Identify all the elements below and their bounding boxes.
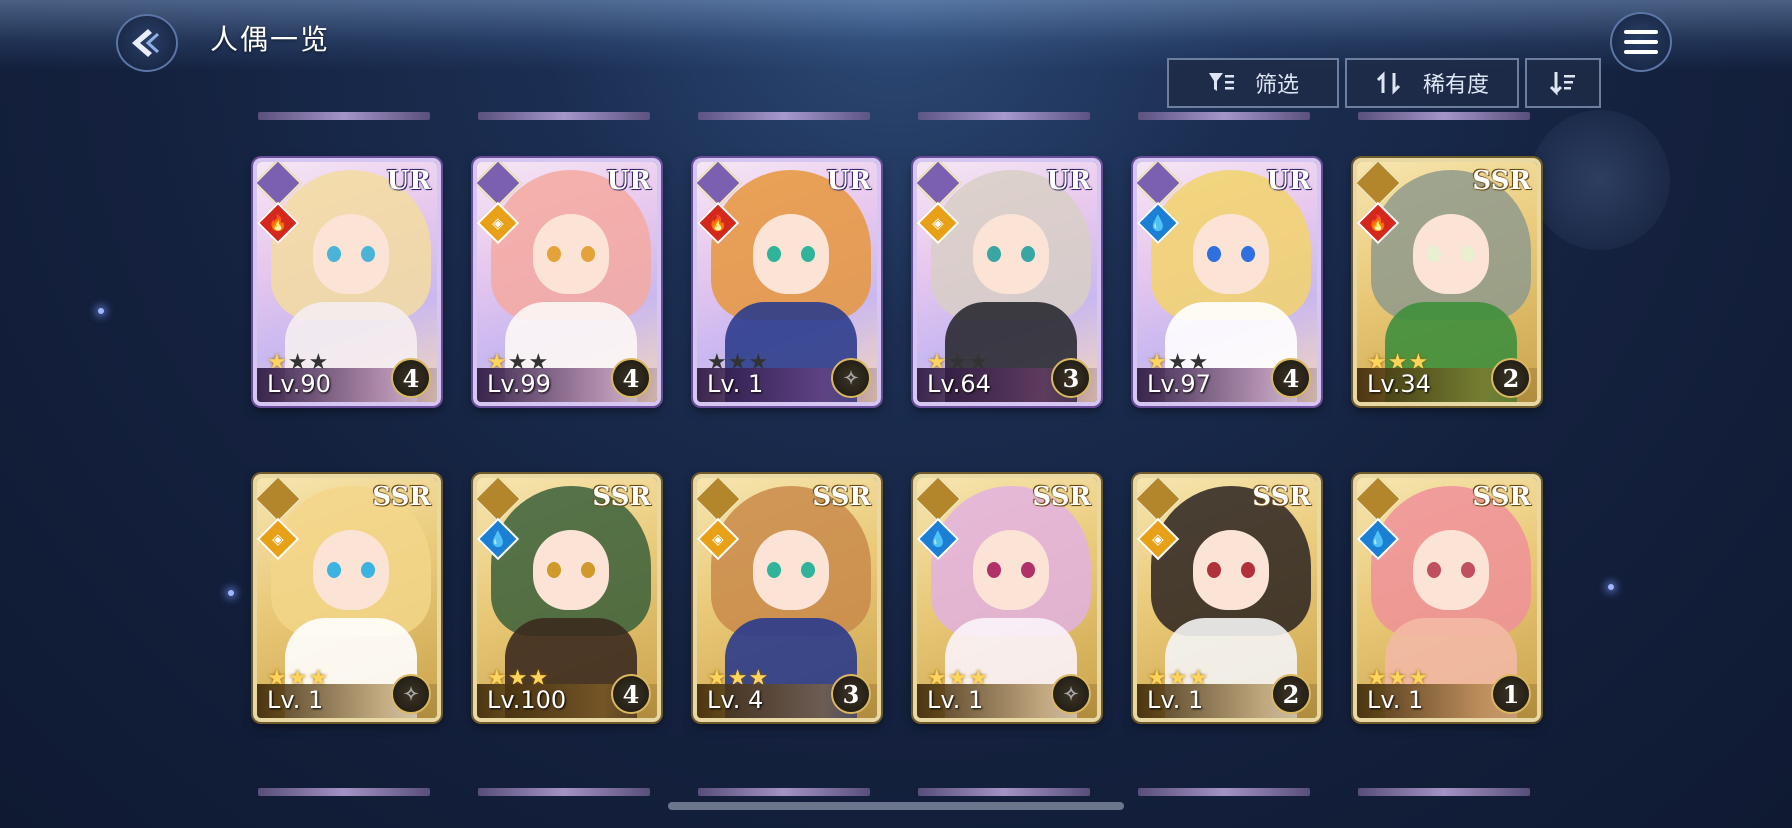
card-row-edge bbox=[1358, 112, 1530, 120]
level-label: Lv. 1 bbox=[1367, 686, 1424, 714]
awakening-badge: 4 bbox=[611, 674, 651, 714]
card-row-edge bbox=[1138, 788, 1310, 796]
rarity-label: SSR bbox=[1032, 482, 1091, 512]
card-row-edge bbox=[698, 788, 870, 796]
rarity-label: SSR bbox=[1252, 482, 1311, 512]
doll-card[interactable]: 💧 SSR ★★★ Lv.100 4 bbox=[473, 474, 661, 722]
awakening-badge: 3 bbox=[1051, 358, 1091, 398]
card-row-edge bbox=[478, 112, 650, 120]
back-button[interactable] bbox=[116, 14, 178, 72]
filter-label: 筛选 bbox=[1254, 73, 1299, 98]
level-label: Lv. 1 bbox=[1147, 686, 1204, 714]
awakening-badge: 4 bbox=[611, 358, 651, 398]
card-row-edge bbox=[478, 788, 650, 796]
sparkle-particle bbox=[1608, 584, 1614, 590]
menu-button[interactable] bbox=[1610, 12, 1672, 72]
filter-button[interactable]: 筛选 bbox=[1167, 58, 1339, 108]
rarity-label: UR bbox=[1266, 166, 1311, 196]
doll-card[interactable]: ◈ SSR ★★★ Lv. 12 bbox=[1133, 474, 1321, 722]
card-row-edge bbox=[698, 112, 870, 120]
rarity-label: SSR bbox=[592, 482, 651, 512]
rarity-label: SSR bbox=[1472, 482, 1531, 512]
scroll-indicator[interactable] bbox=[668, 802, 1124, 810]
awakening-badge: 3 bbox=[831, 674, 871, 714]
level-label: Lv.90 bbox=[267, 370, 331, 398]
rarity-label: SSR bbox=[812, 482, 871, 512]
level-label: Lv. 1 bbox=[267, 686, 324, 714]
doll-card[interactable]: 💧 SSR ★★★ Lv. 11 bbox=[1353, 474, 1541, 722]
doll-card[interactable]: 🔥 UR ★★★ Lv. 1 ✧ bbox=[693, 158, 881, 406]
level-label: Lv.99 bbox=[487, 370, 551, 398]
doll-card[interactable]: 🔥 SSR ★★★ Lv.34 2 bbox=[1353, 158, 1541, 406]
rarity-label: UR bbox=[826, 166, 871, 196]
level-label: Lv.64 bbox=[927, 370, 991, 398]
card-row-edge bbox=[258, 112, 430, 120]
filter-icon bbox=[1208, 73, 1234, 91]
sparkle-particle bbox=[228, 590, 234, 596]
rarity-label: SSR bbox=[1472, 166, 1531, 196]
doll-card[interactable]: 🔥 UR ★★★ Lv.90 4 bbox=[253, 158, 441, 406]
card-row-edge bbox=[1358, 788, 1530, 796]
page-title: 人偶一览 bbox=[210, 23, 331, 56]
card-row-edge bbox=[918, 112, 1090, 120]
sort-descending-icon bbox=[1549, 72, 1575, 96]
doll-card[interactable]: 💧 SSR ★★★ Lv. 1 ✧ bbox=[913, 474, 1101, 722]
back-arrow-icon bbox=[132, 29, 160, 57]
card-row-edge bbox=[258, 788, 430, 796]
awakening-badge: 1 bbox=[1491, 674, 1531, 714]
rarity-label: SSR bbox=[372, 482, 431, 512]
sparkle-particle bbox=[98, 308, 104, 314]
sort-rarity-button[interactable]: 稀有度 bbox=[1345, 58, 1519, 108]
doll-card[interactable]: ◈ SSR ★★★ Lv. 43 bbox=[693, 474, 881, 722]
level-label: Lv.100 bbox=[487, 686, 567, 714]
sort-rarity-label: 稀有度 bbox=[1422, 73, 1489, 98]
doll-card[interactable]: ◈ SSR ★★★ Lv. 1 ✧ bbox=[253, 474, 441, 722]
sort-order-button[interactable] bbox=[1525, 58, 1601, 108]
rarity-label: UR bbox=[386, 166, 431, 196]
level-label: Lv.97 bbox=[1147, 370, 1211, 398]
doll-card[interactable]: ◈ UR ★★★ Lv.99 4 bbox=[473, 158, 661, 406]
card-row-edge bbox=[1138, 112, 1310, 120]
awakening-badge: 4 bbox=[391, 358, 431, 398]
rarity-label: UR bbox=[606, 166, 651, 196]
level-label: Lv.34 bbox=[1367, 370, 1431, 398]
awakening-badge: ✧ bbox=[391, 674, 431, 714]
rarity-label: UR bbox=[1046, 166, 1091, 196]
level-label: Lv. 1 bbox=[707, 370, 764, 398]
doll-card[interactable]: 💧 UR ★★★ Lv.97 4 bbox=[1133, 158, 1321, 406]
awakening-badge: 4 bbox=[1271, 358, 1311, 398]
doll-card[interactable]: ◈ UR ★★★ Lv.64 3 bbox=[913, 158, 1101, 406]
awakening-badge: ✧ bbox=[1051, 674, 1091, 714]
level-label: Lv. 1 bbox=[927, 686, 984, 714]
sort-arrows-icon bbox=[1376, 71, 1401, 95]
light-glow bbox=[1530, 110, 1670, 250]
card-row-edge bbox=[918, 788, 1090, 796]
level-label: Lv. 4 bbox=[707, 686, 764, 714]
awakening-badge: 2 bbox=[1491, 358, 1531, 398]
awakening-badge: 2 bbox=[1271, 674, 1311, 714]
awakening-badge: ✧ bbox=[831, 358, 871, 398]
hamburger-icon bbox=[1624, 27, 1658, 57]
